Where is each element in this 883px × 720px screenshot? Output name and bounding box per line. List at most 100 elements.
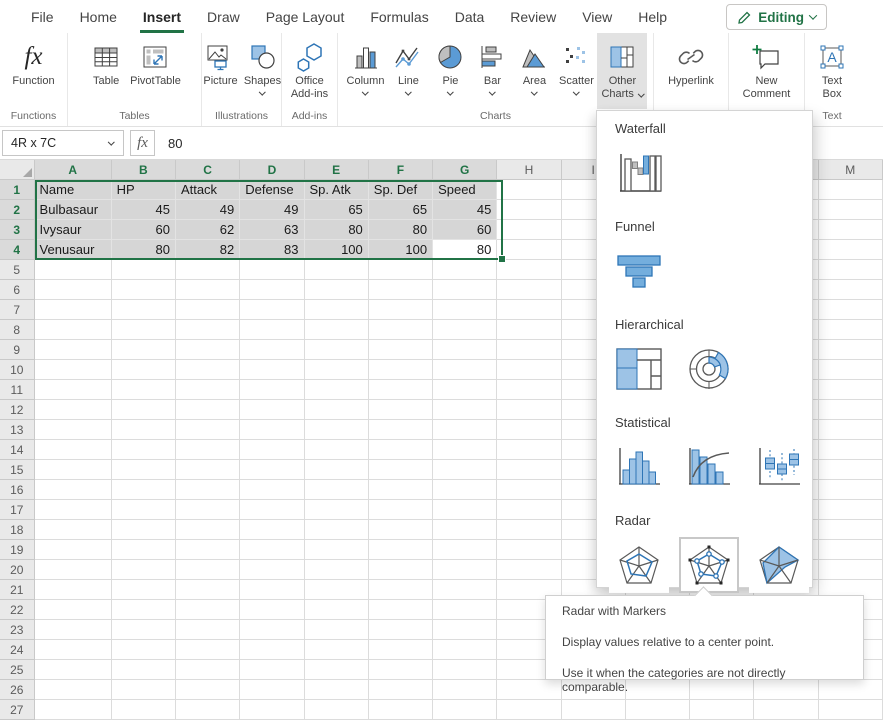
cell-C5[interactable] xyxy=(176,260,240,280)
cell-A7[interactable] xyxy=(35,300,112,320)
row-header-13[interactable]: 13 xyxy=(0,420,35,440)
cell-M7[interactable] xyxy=(819,300,883,320)
cell-B11[interactable] xyxy=(112,380,176,400)
cell-L27[interactable] xyxy=(754,700,818,720)
picture-button[interactable]: Picture xyxy=(200,33,242,88)
cell-D22[interactable] xyxy=(240,600,304,620)
cell-H17[interactable] xyxy=(497,500,561,520)
cell-C10[interactable] xyxy=(176,360,240,380)
chart-type-funnel[interactable] xyxy=(609,243,669,299)
cell-C18[interactable] xyxy=(176,520,240,540)
cell-D10[interactable] xyxy=(240,360,304,380)
cell-E11[interactable] xyxy=(305,380,369,400)
cell-A18[interactable] xyxy=(35,520,112,540)
cell-G15[interactable] xyxy=(433,460,497,480)
cell-C11[interactable] xyxy=(176,380,240,400)
cell-D4[interactable]: 83 xyxy=(240,240,304,260)
cell-B15[interactable] xyxy=(112,460,176,480)
cell-F8[interactable] xyxy=(369,320,433,340)
selection-fill-handle[interactable] xyxy=(498,255,506,263)
cell-E5[interactable] xyxy=(305,260,369,280)
cell-M12[interactable] xyxy=(819,400,883,420)
cell-F13[interactable] xyxy=(369,420,433,440)
cell-C9[interactable] xyxy=(176,340,240,360)
row-header-26[interactable]: 26 xyxy=(0,680,35,700)
cell-M15[interactable] xyxy=(819,460,883,480)
cell-M13[interactable] xyxy=(819,420,883,440)
cell-H26[interactable] xyxy=(497,680,561,700)
cell-A3[interactable]: Ivysaur xyxy=(35,220,112,240)
cell-A14[interactable] xyxy=(35,440,112,460)
cell-C8[interactable] xyxy=(176,320,240,340)
cell-B4[interactable]: 80 xyxy=(112,240,176,260)
cell-C6[interactable] xyxy=(176,280,240,300)
chart-type-histogram[interactable] xyxy=(609,439,669,495)
cell-D24[interactable] xyxy=(240,640,304,660)
row-header-3[interactable]: 3 xyxy=(0,220,35,240)
cell-F7[interactable] xyxy=(369,300,433,320)
cell-C3[interactable]: 62 xyxy=(176,220,240,240)
other-charts-button[interactable]: Other Charts xyxy=(597,33,647,109)
cell-C21[interactable] xyxy=(176,580,240,600)
cell-H5[interactable] xyxy=(497,260,561,280)
cell-G24[interactable] xyxy=(433,640,497,660)
cell-M16[interactable] xyxy=(819,480,883,500)
cell-F1[interactable]: Sp. Def xyxy=(369,180,433,200)
cell-G13[interactable] xyxy=(433,420,497,440)
cell-I27[interactable] xyxy=(562,700,626,720)
cell-F15[interactable] xyxy=(369,460,433,480)
cell-M27[interactable] xyxy=(819,700,883,720)
cell-E12[interactable] xyxy=(305,400,369,420)
cell-H1[interactable] xyxy=(497,180,561,200)
cell-H10[interactable] xyxy=(497,360,561,380)
cell-C24[interactable] xyxy=(176,640,240,660)
cell-E18[interactable] xyxy=(305,520,369,540)
cell-G3[interactable]: 60 xyxy=(433,220,497,240)
cell-E9[interactable] xyxy=(305,340,369,360)
scatter-chart-button[interactable]: Scatter xyxy=(555,33,597,96)
cell-H20[interactable] xyxy=(497,560,561,580)
cell-M11[interactable] xyxy=(819,380,883,400)
cell-F2[interactable]: 65 xyxy=(369,200,433,220)
cell-F24[interactable] xyxy=(369,640,433,660)
cell-F10[interactable] xyxy=(369,360,433,380)
cell-D3[interactable]: 63 xyxy=(240,220,304,240)
cell-E23[interactable] xyxy=(305,620,369,640)
cell-D19[interactable] xyxy=(240,540,304,560)
cell-G12[interactable] xyxy=(433,400,497,420)
cell-E17[interactable] xyxy=(305,500,369,520)
cell-C23[interactable] xyxy=(176,620,240,640)
shapes-button[interactable]: Shapes xyxy=(242,33,284,96)
cell-D18[interactable] xyxy=(240,520,304,540)
cell-G2[interactable]: 45 xyxy=(433,200,497,220)
cell-H18[interactable] xyxy=(497,520,561,540)
cell-F19[interactable] xyxy=(369,540,433,560)
column-chart-button[interactable]: Column xyxy=(344,33,388,96)
cell-G22[interactable] xyxy=(433,600,497,620)
cell-C2[interactable]: 49 xyxy=(176,200,240,220)
cell-E4[interactable]: 100 xyxy=(305,240,369,260)
row-header-27[interactable]: 27 xyxy=(0,700,35,720)
cell-E26[interactable] xyxy=(305,680,369,700)
cell-A23[interactable] xyxy=(35,620,112,640)
row-header-10[interactable]: 10 xyxy=(0,360,35,380)
menu-tab-file[interactable]: File xyxy=(18,0,67,33)
cell-G6[interactable] xyxy=(433,280,497,300)
cell-C12[interactable] xyxy=(176,400,240,420)
cell-E6[interactable] xyxy=(305,280,369,300)
cell-B27[interactable] xyxy=(112,700,176,720)
cell-E3[interactable]: 80 xyxy=(305,220,369,240)
cell-C19[interactable] xyxy=(176,540,240,560)
cell-F11[interactable] xyxy=(369,380,433,400)
cell-B22[interactable] xyxy=(112,600,176,620)
cell-B10[interactable] xyxy=(112,360,176,380)
cell-E10[interactable] xyxy=(305,360,369,380)
cell-F20[interactable] xyxy=(369,560,433,580)
row-header-6[interactable]: 6 xyxy=(0,280,35,300)
cell-B12[interactable] xyxy=(112,400,176,420)
line-chart-button[interactable]: Line xyxy=(387,33,429,96)
cell-G20[interactable] xyxy=(433,560,497,580)
cell-A25[interactable] xyxy=(35,660,112,680)
cell-A12[interactable] xyxy=(35,400,112,420)
row-header-7[interactable]: 7 xyxy=(0,300,35,320)
